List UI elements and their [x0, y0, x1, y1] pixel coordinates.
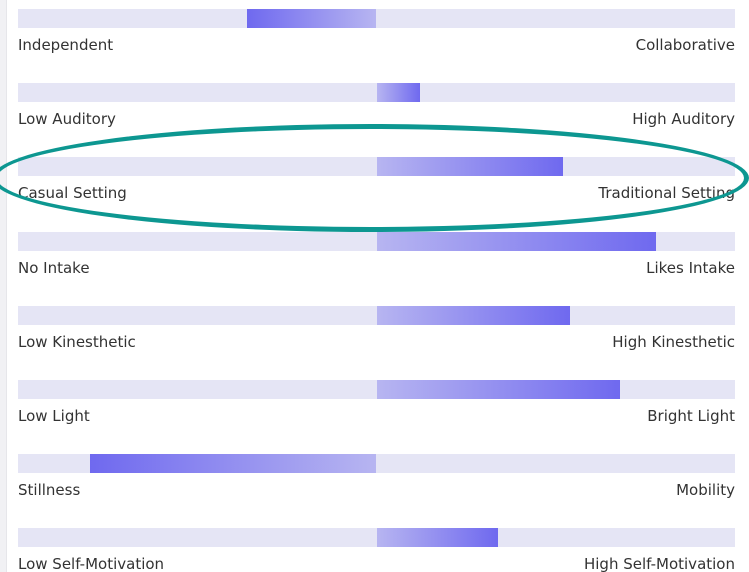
scale-fill [89, 454, 377, 473]
scale-kinesthetic: Low Kinesthetic High Kinesthetic [18, 306, 735, 366]
scale-light: Low Light Bright Light [18, 380, 735, 440]
scale-left-label: No Intake [18, 259, 90, 277]
scale-fill [376, 528, 499, 547]
scale-setting: Casual Setting Traditional Setting [18, 157, 735, 217]
scale-track [18, 157, 735, 176]
scale-left-label: Low Auditory [18, 110, 116, 128]
scale-right-label: High Auditory [632, 110, 735, 128]
scale-left-label: Low Kinesthetic [18, 333, 136, 351]
scale-track [18, 454, 735, 473]
scale-mobility: Stillness Mobility [18, 454, 735, 514]
scale-left-label: Stillness [18, 481, 81, 499]
scale-self-motivation: Low Self-Motivation High Self-Motivation [18, 528, 735, 572]
scale-fill [376, 83, 420, 102]
scale-right-label: High Self-Motivation [583, 555, 735, 572]
scale-track [18, 380, 735, 399]
scale-right-label: Mobility [676, 481, 735, 499]
scale-left-label: Casual Setting [18, 184, 127, 202]
scale-left-label: Independent [18, 36, 114, 54]
scale-right-label: Collaborative [635, 36, 735, 54]
scale-track [18, 528, 735, 547]
learning-style-scales: Independent Collaborative Low Auditory H… [18, 0, 735, 572]
scale-right-label: Likes Intake [646, 259, 735, 277]
scale-track [18, 232, 735, 251]
scale-right-label: Traditional Setting [598, 184, 735, 202]
scale-fill [376, 232, 657, 251]
scale-auditory: Low Auditory High Auditory [18, 83, 735, 143]
scale-left-label: Low Self-Motivation [18, 555, 165, 572]
scale-fill [376, 380, 621, 399]
scale-fill [376, 157, 563, 176]
scale-right-label: Bright Light [647, 407, 735, 425]
scale-right-label: High Kinesthetic [612, 333, 735, 351]
scale-fill [376, 306, 571, 325]
scale-left-label: Low Light [18, 407, 90, 425]
scale-fill [247, 9, 377, 28]
scale-track [18, 9, 735, 28]
left-panel-border [0, 0, 7, 572]
scale-independent-collaborative: Independent Collaborative [18, 9, 735, 69]
scale-track [18, 306, 735, 325]
scale-intake: No Intake Likes Intake [18, 232, 735, 292]
scale-track [18, 83, 735, 102]
